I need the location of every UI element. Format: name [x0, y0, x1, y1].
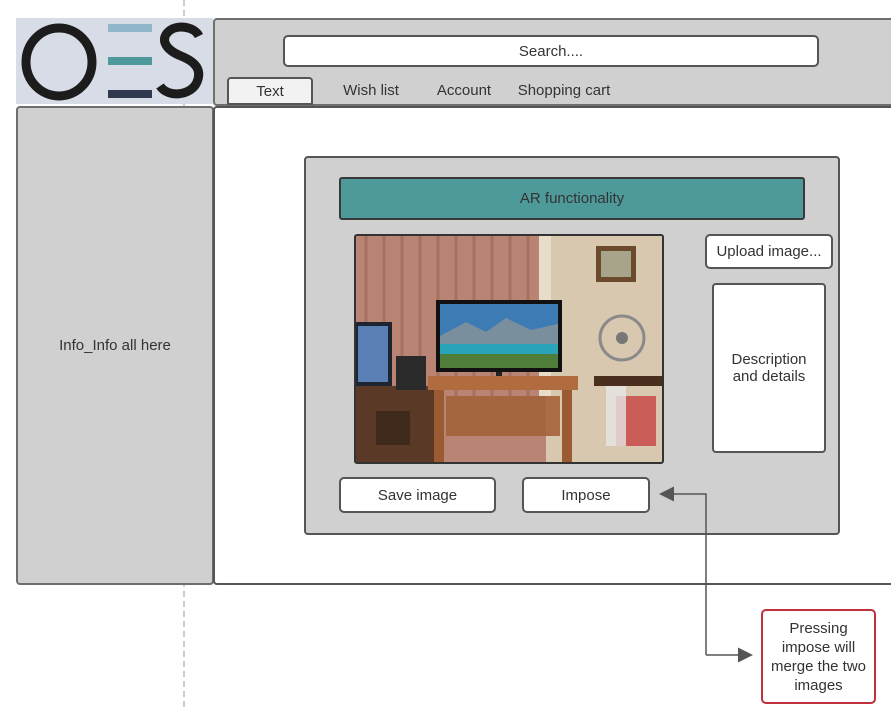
save-image-button[interactable]: Save image: [339, 477, 496, 513]
ar-preview-image[interactable]: [354, 234, 664, 464]
annotation-note: Pressing impose will merge the two image…: [761, 609, 876, 704]
tab-label: Shopping cart: [517, 81, 611, 99]
tab-account[interactable]: Account: [426, 77, 502, 103]
logo[interactable]: [16, 18, 213, 104]
search-placeholder: Search....: [518, 42, 584, 60]
ar-title-text: AR functionality: [519, 190, 625, 207]
search-input[interactable]: Search....: [283, 35, 819, 67]
impose-label: Impose: [561, 486, 611, 504]
tab-label: Wish list: [343, 81, 399, 99]
sidebar-info: Info_Info all here: [16, 106, 214, 585]
sidebar-text: Info_Info all here: [59, 337, 171, 354]
upload-label: Upload image...: [716, 243, 822, 260]
tab-wish-list[interactable]: Wish list: [330, 77, 412, 103]
annotation-text: Pressing impose will merge the two image…: [770, 619, 867, 694]
tab-label: Text: [256, 82, 284, 100]
tab-shopping-cart[interactable]: Shopping cart: [512, 77, 616, 103]
description-box: Description and details: [712, 283, 826, 453]
impose-button[interactable]: Impose: [522, 477, 650, 513]
save-label: Save image: [377, 486, 458, 504]
upload-image-button[interactable]: Upload image...: [705, 234, 833, 269]
oes-logo-mark: [21, 22, 204, 101]
ar-functionality-title: AR functionality: [339, 177, 805, 220]
tab-label: Account: [436, 81, 492, 99]
room-photo: [356, 236, 662, 462]
tab-text[interactable]: Text: [227, 77, 313, 105]
description-text: Description and details: [731, 351, 807, 385]
